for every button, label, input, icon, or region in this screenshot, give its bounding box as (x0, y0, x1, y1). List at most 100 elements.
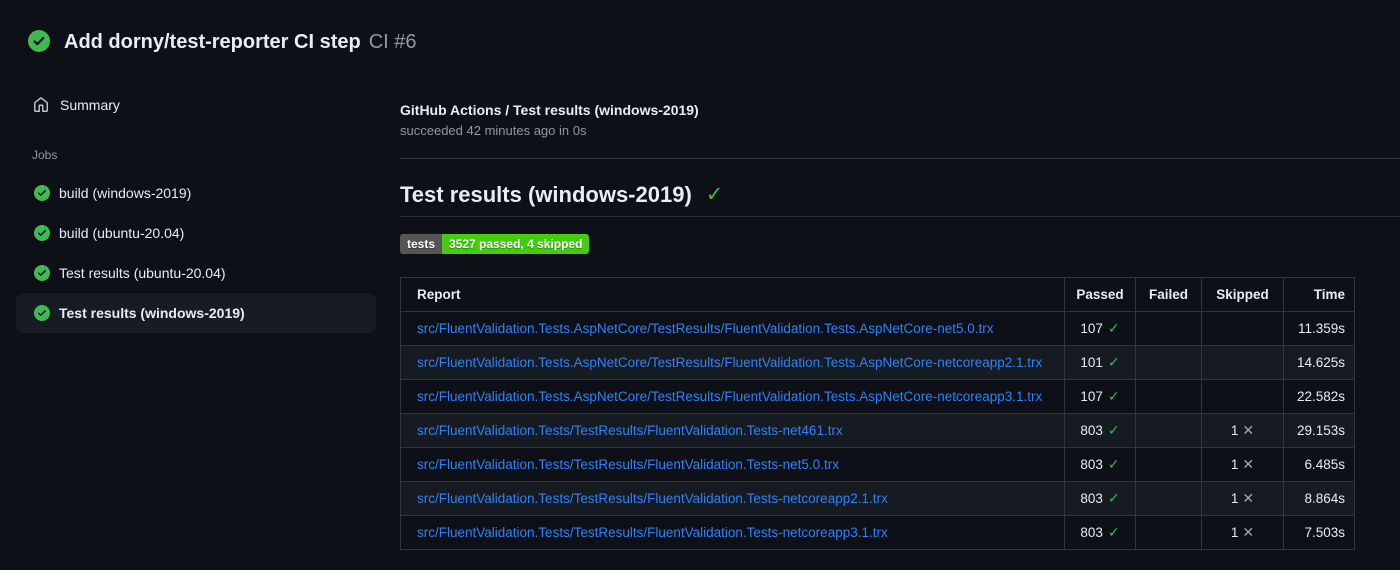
sidebar-summary-label: Summary (60, 97, 120, 113)
failed-cell (1135, 379, 1202, 414)
report-table: Report Passed Failed Skipped Time src/Fl… (400, 277, 1355, 550)
report-link[interactable]: src/FluentValidation.Tests/TestResults/F… (417, 491, 888, 506)
time-cell: 8.864s (1283, 481, 1355, 516)
sidebar-item-job-build-ubuntu[interactable]: build (ubuntu-20.04) (16, 213, 376, 253)
jobs-section-label: Jobs (32, 148, 58, 162)
column-header-report: Report (400, 277, 1065, 312)
run-header: Add dorny/test-reporter CI step CI #6 (0, 0, 1400, 72)
skipped-cell: 1 ✕ (1201, 447, 1284, 482)
report-link[interactable]: src/FluentValidation.Tests/TestResults/F… (417, 525, 888, 540)
passed-cell: 107 ✓ (1064, 311, 1136, 346)
passed-cell: 803 ✓ (1064, 413, 1136, 448)
report-cell: src/FluentValidation.Tests/TestResults/F… (400, 481, 1065, 516)
sidebar: Summary Jobs build (windows-2019) build … (0, 72, 400, 333)
passed-cell: 803 ✓ (1064, 515, 1136, 550)
report-link[interactable]: src/FluentValidation.Tests.AspNetCore/Te… (417, 389, 1042, 404)
skipped-x-icon: ✕ (1242, 422, 1255, 438)
column-header-time: Time (1283, 277, 1355, 312)
check-run-title: GitHub Actions / Test results (windows-2… (400, 102, 699, 118)
report-link[interactable]: src/FluentValidation.Tests/TestResults/F… (417, 457, 839, 472)
report-cell: src/FluentValidation.Tests.AspNetCore/Te… (400, 311, 1065, 346)
check-circle-icon (34, 305, 50, 321)
sidebar-item-summary[interactable]: Summary (16, 85, 376, 125)
passed-check-icon: ✓ (1107, 388, 1120, 404)
report-cell: src/FluentValidation.Tests.AspNetCore/Te… (400, 379, 1065, 414)
failed-cell (1135, 515, 1202, 550)
job-label: Test results (windows-2019) (59, 305, 245, 321)
failed-cell (1135, 481, 1202, 516)
time-cell: 29.153s (1283, 413, 1355, 448)
tests-badge: tests 3527 passed, 4 skipped (400, 234, 590, 254)
main-content: GitHub Actions / Test results (windows-2… (400, 72, 1400, 550)
table-row: src/FluentValidation.Tests/TestResults/F… (400, 447, 1355, 482)
run-number: CI #6 (368, 31, 417, 53)
check-circle-icon (28, 30, 50, 52)
failed-cell (1135, 447, 1202, 482)
report-cell: src/FluentValidation.Tests/TestResults/F… (400, 515, 1065, 550)
passed-check-icon: ✓ (1107, 422, 1120, 438)
skipped-cell (1201, 379, 1284, 414)
passed-check-icon: ✓ (1107, 490, 1120, 506)
section-heading: Test results (windows-2019) (400, 182, 692, 207)
passed-cell: 107 ✓ (1064, 379, 1136, 414)
skipped-x-icon: ✕ (1242, 524, 1255, 540)
check-circle-icon (34, 265, 50, 281)
jobs-list: build (windows-2019) build (ubuntu-20.04… (0, 173, 400, 333)
time-cell: 7.503s (1283, 515, 1355, 550)
passed-check-icon: ✓ (1107, 320, 1120, 336)
skipped-x-icon: ✕ (1242, 456, 1255, 472)
skipped-cell: 1 ✕ (1201, 481, 1284, 516)
column-header-passed: Passed (1064, 277, 1136, 312)
column-header-skipped: Skipped (1201, 277, 1284, 312)
passed-cell: 101 ✓ (1064, 345, 1136, 380)
table-row: src/FluentValidation.Tests/TestResults/F… (400, 515, 1355, 550)
check-circle-icon (34, 185, 50, 201)
report-cell: src/FluentValidation.Tests.AspNetCore/Te… (400, 345, 1065, 380)
sidebar-item-job-build-windows[interactable]: build (windows-2019) (16, 173, 376, 213)
badge-label: tests (400, 234, 443, 254)
section-heading-row: Test results (windows-2019) ✓ (400, 181, 1400, 217)
home-icon (34, 97, 48, 112)
failed-cell (1135, 413, 1202, 448)
passed-cell: 803 ✓ (1064, 481, 1136, 516)
skipped-cell (1201, 311, 1284, 346)
passed-cell: 803 ✓ (1064, 447, 1136, 482)
failed-cell (1135, 345, 1202, 380)
check-run-header: GitHub Actions / Test results (windows-2… (400, 72, 1400, 159)
time-cell: 14.625s (1283, 345, 1355, 380)
sidebar-item-job-testresults-ubuntu[interactable]: Test results (ubuntu-20.04) (16, 253, 376, 293)
table-row: src/FluentValidation.Tests/TestResults/F… (400, 413, 1355, 448)
skipped-cell: 1 ✕ (1201, 413, 1284, 448)
run-title: Add dorny/test-reporter CI step (64, 31, 361, 53)
passed-check-icon: ✓ (1107, 524, 1120, 540)
table-row: src/FluentValidation.Tests/TestResults/F… (400, 481, 1355, 516)
time-cell: 11.359s (1283, 311, 1355, 346)
job-label: build (windows-2019) (59, 185, 192, 201)
report-link[interactable]: src/FluentValidation.Tests.AspNetCore/Te… (417, 355, 1042, 370)
column-header-failed: Failed (1135, 277, 1202, 312)
report-cell: src/FluentValidation.Tests/TestResults/F… (400, 447, 1065, 482)
check-run-status: succeeded 42 minutes ago in 0s (400, 123, 587, 138)
report-table-body: src/FluentValidation.Tests.AspNetCore/Te… (400, 311, 1355, 550)
report-link[interactable]: src/FluentValidation.Tests/TestResults/F… (417, 423, 843, 438)
job-label: build (ubuntu-20.04) (59, 225, 185, 241)
job-label: Test results (ubuntu-20.04) (59, 265, 226, 281)
passed-check-icon: ✓ (1107, 354, 1120, 370)
report-link[interactable]: src/FluentValidation.Tests.AspNetCore/Te… (417, 321, 994, 336)
skipped-x-icon: ✕ (1242, 490, 1255, 506)
report-cell: src/FluentValidation.Tests/TestResults/F… (400, 413, 1065, 448)
failed-cell (1135, 311, 1202, 346)
table-row: src/FluentValidation.Tests.AspNetCore/Te… (400, 311, 1355, 346)
table-row: src/FluentValidation.Tests.AspNetCore/Te… (400, 345, 1355, 380)
skipped-cell: 1 ✕ (1201, 515, 1284, 550)
sidebar-item-job-testresults-windows[interactable]: Test results (windows-2019) (16, 293, 376, 333)
heading-check-icon: ✓ (705, 183, 724, 206)
table-header-row: Report Passed Failed Skipped Time (400, 277, 1355, 312)
passed-check-icon: ✓ (1107, 456, 1120, 472)
table-row: src/FluentValidation.Tests.AspNetCore/Te… (400, 379, 1355, 414)
badge-value: 3527 passed, 4 skipped (442, 234, 590, 254)
time-cell: 6.485s (1283, 447, 1355, 482)
skipped-cell (1201, 345, 1284, 380)
check-circle-icon (34, 225, 50, 241)
time-cell: 22.582s (1283, 379, 1355, 414)
